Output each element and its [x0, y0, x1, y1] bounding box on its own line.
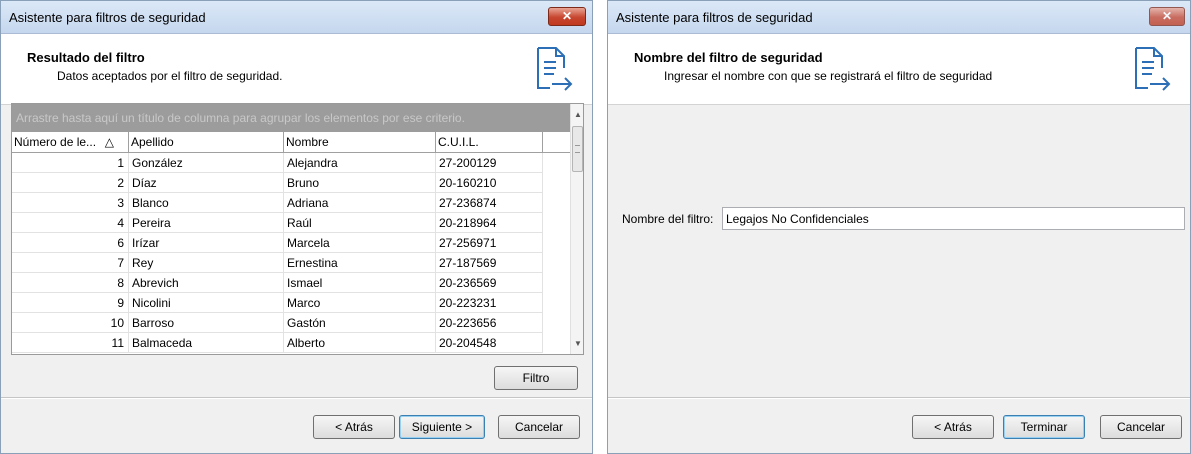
cell-num[interactable]: 7 — [12, 253, 129, 273]
cell-cuil[interactable]: 27-187569 — [436, 253, 543, 273]
window-title: Asistente para filtros de seguridad — [9, 10, 206, 25]
cell-apellido[interactable]: Balmaceda — [129, 333, 284, 353]
cell-nombre[interactable]: Alejandra — [284, 153, 436, 173]
cell-nombre[interactable]: Adriana — [284, 193, 436, 213]
document-arrow-icon — [1135, 47, 1171, 91]
filter-button[interactable]: Filtro — [494, 366, 578, 390]
cell-cuil[interactable]: 27-256971 — [436, 233, 543, 253]
cell-apellido[interactable]: Irízar — [129, 233, 284, 253]
header-subtitle: Ingresar el nombre con que se registrará… — [664, 69, 993, 83]
cell-num[interactable]: 3 — [12, 193, 129, 213]
column-header-cuil[interactable]: C.U.I.L. — [436, 132, 543, 153]
cell-num[interactable]: 10 — [12, 313, 129, 333]
title-bar[interactable]: Asistente para filtros de seguridad ✕ — [1, 1, 592, 34]
sort-ascending-icon: △ — [104, 135, 114, 149]
column-header-nombre[interactable]: Nombre — [284, 132, 436, 153]
cell-cuil[interactable]: 20-204548 — [436, 333, 543, 353]
filter-name-input[interactable] — [722, 207, 1185, 230]
header-subtitle: Datos aceptados por el filtro de segurid… — [57, 69, 283, 83]
cell-nombre[interactable]: Ernestina — [284, 253, 436, 273]
cell-cuil[interactable]: 27-236874 — [436, 193, 543, 213]
cell-apellido[interactable]: Pereira — [129, 213, 284, 233]
cell-num[interactable]: 8 — [12, 273, 129, 293]
cell-cuil[interactable]: 27-200129 — [436, 153, 543, 173]
cancel-button[interactable]: Cancelar — [1100, 415, 1182, 439]
cell-num[interactable]: 2 — [12, 173, 129, 193]
cell-num[interactable]: 6 — [12, 233, 129, 253]
divider — [1, 397, 592, 399]
document-arrow-icon — [537, 47, 573, 91]
vertical-scrollbar[interactable]: ▲ ▼ — [570, 104, 583, 354]
cell-cuil[interactable]: 20-223656 — [436, 313, 543, 333]
cell-nombre[interactable]: Bruno — [284, 173, 436, 193]
cell-num[interactable]: 9 — [12, 293, 129, 313]
results-grid[interactable]: Arrastre hasta aquí un título de columna… — [11, 103, 584, 355]
wizard-window-filter-name: Asistente para filtros de seguridad ✕ No… — [607, 0, 1191, 454]
group-by-panel[interactable]: Arrastre hasta aquí un título de columna… — [12, 104, 570, 132]
cell-apellido[interactable]: González — [129, 153, 284, 173]
cell-cuil[interactable]: 20-160210 — [436, 173, 543, 193]
back-button[interactable]: < Atrás — [313, 415, 395, 439]
filter-name-label: Nombre del filtro: — [622, 212, 714, 226]
cell-apellido[interactable]: Díaz — [129, 173, 284, 193]
cell-nombre[interactable]: Ismael — [284, 273, 436, 293]
scroll-down-icon[interactable]: ▼ — [574, 339, 582, 348]
header-title: Nombre del filtro de seguridad — [634, 50, 823, 65]
header-title: Resultado del filtro — [27, 50, 145, 65]
cell-nombre[interactable]: Alberto — [284, 333, 436, 353]
cell-num[interactable]: 11 — [12, 333, 129, 353]
cell-num[interactable]: 4 — [12, 213, 129, 233]
next-button[interactable]: Siguiente > — [399, 415, 485, 439]
close-button[interactable]: ✕ — [548, 7, 586, 26]
scroll-up-icon[interactable]: ▲ — [574, 110, 582, 119]
cell-apellido[interactable]: Rey — [129, 253, 284, 273]
cell-cuil[interactable]: 20-218964 — [436, 213, 543, 233]
cell-nombre[interactable]: Marco — [284, 293, 436, 313]
cell-num[interactable]: 1 — [12, 153, 129, 173]
cell-apellido[interactable]: Blanco — [129, 193, 284, 213]
finish-button[interactable]: Terminar — [1003, 415, 1085, 439]
divider — [608, 397, 1190, 399]
column-header-filler — [543, 132, 570, 153]
scroll-thumb[interactable] — [572, 126, 583, 172]
wizard-header: Nombre del filtro de seguridad Ingresar … — [608, 34, 1190, 105]
cell-apellido[interactable]: Barroso — [129, 313, 284, 333]
cell-apellido[interactable]: Abrevich — [129, 273, 284, 293]
cell-cuil[interactable]: 20-223231 — [436, 293, 543, 313]
cell-cuil[interactable]: 20-236569 — [436, 273, 543, 293]
back-button[interactable]: < Atrás — [912, 415, 994, 439]
column-header-numero[interactable]: Número de le... △ — [12, 132, 129, 153]
close-button[interactable]: ✕ — [1149, 7, 1185, 26]
cell-nombre[interactable]: Raúl — [284, 213, 436, 233]
wizard-header: Resultado del filtro Datos aceptados por… — [1, 34, 592, 105]
title-bar[interactable]: Asistente para filtros de seguridad ✕ — [608, 1, 1190, 34]
cancel-button[interactable]: Cancelar — [498, 415, 580, 439]
wizard-window-filter-result: Asistente para filtros de seguridad ✕ Re… — [0, 0, 593, 454]
cell-nombre[interactable]: Marcela — [284, 233, 436, 253]
column-header-label: Número de le... — [14, 135, 97, 149]
window-title: Asistente para filtros de seguridad — [616, 10, 813, 25]
cell-nombre[interactable]: Gastón — [284, 313, 436, 333]
column-header-apellido[interactable]: Apellido — [129, 132, 284, 153]
cell-apellido[interactable]: Nicolini — [129, 293, 284, 313]
